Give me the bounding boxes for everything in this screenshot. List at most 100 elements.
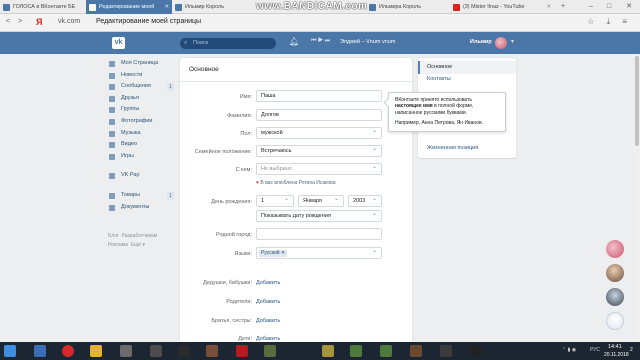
menu-label: Документы [121, 203, 150, 210]
minimize-icon[interactable]: – [584, 0, 598, 14]
footer-link-more[interactable]: Ещё [131, 242, 141, 248]
language-tag[interactable]: Русский ✕ [259, 250, 288, 257]
add-siblings-link[interactable]: Добавить [256, 318, 280, 324]
footer-link-developers[interactable]: Разработчикам [122, 233, 158, 239]
windows-start-icon[interactable] [4, 345, 16, 357]
menu-item-documents[interactable]: Документы [108, 202, 174, 214]
taskbar-app-icon[interactable] [440, 345, 452, 357]
back-icon[interactable]: < [6, 18, 10, 25]
taskbar-app-icon[interactable] [34, 345, 46, 357]
forward-icon[interactable]: > [18, 18, 22, 25]
clock-time[interactable]: 14:41 [608, 344, 622, 350]
chat-avatar[interactable] [606, 240, 624, 258]
yandex-browser-icon[interactable] [236, 345, 248, 357]
menu-label: VK Pay [121, 172, 140, 179]
browser-toolbar-icons[interactable]: ☆ ⤓ ≡ [587, 17, 632, 27]
menu-item-friends[interactable]: Друзья [108, 93, 174, 105]
notifications-count[interactable]: 2 [630, 347, 633, 353]
menu-item-news[interactable]: Новости [108, 70, 174, 82]
vk-logo[interactable]: vk [112, 37, 125, 49]
hometown-field[interactable] [256, 228, 382, 240]
close-tab-icon[interactable]: ✕ [164, 0, 169, 14]
clock-date[interactable]: 20.11.2018 [604, 352, 629, 358]
browser-tab[interactable]: Ильмир Король [172, 0, 256, 14]
close-window-icon[interactable]: ✕ [622, 0, 636, 14]
search-icon: ⌕ [184, 40, 188, 46]
browser-tab-active[interactable]: Редактирование моей ✕ [86, 0, 172, 14]
taskbar-app-icon[interactable] [206, 345, 218, 357]
player-controls[interactable]: ⏮▶⏭ [311, 38, 332, 45]
taskbar-app-icon[interactable] [90, 345, 102, 357]
footer-link-ads[interactable]: Реклама [108, 242, 128, 248]
chevron-down-icon[interactable]: ▼ [510, 39, 515, 45]
last-name-field[interactable]: Долгов [256, 109, 382, 121]
taskbar-app-icon[interactable] [150, 345, 162, 357]
menu-label: Игры [121, 152, 134, 159]
browser-tab[interactable]: ГОЛОСА в ВКонтакте БЕ [0, 0, 86, 14]
gender-select[interactable]: мужской [256, 126, 382, 139]
user-name[interactable]: Ильмир [470, 39, 492, 45]
birth-month-select[interactable]: Января [298, 194, 344, 207]
minecraft-icon[interactable] [350, 345, 362, 357]
maximize-icon[interactable]: □ [602, 0, 616, 14]
browser-tab[interactable]: (3) Mister Ilnaz - YouTube ✕ [450, 0, 554, 14]
add-grandparents-link[interactable]: Добавить [256, 280, 280, 286]
recording-app-icon[interactable] [470, 345, 482, 357]
recording-watermark: www.BANDICAM.com [256, 1, 368, 12]
input-language[interactable]: РУС [590, 347, 600, 353]
taskbar-app-icon[interactable] [120, 345, 132, 357]
taskbar-app-icon[interactable] [410, 345, 422, 357]
first-name-field[interactable]: Паша [256, 90, 382, 102]
languages-field[interactable]: Русский ✕ [256, 246, 382, 259]
marital-status-select[interactable]: Встречаюсь [256, 144, 382, 157]
goods-badge: 1 [167, 191, 174, 200]
menu-item-goods[interactable]: Товары 1 [108, 190, 174, 202]
yandex-logo[interactable]: Я [36, 17, 42, 27]
add-parents-link[interactable]: Добавить [256, 299, 280, 305]
address-url[interactable]: vk.com [58, 18, 80, 25]
menu-item-my-page[interactable]: Моя Страница [108, 58, 174, 70]
section-tab-contacts[interactable]: Контакты [418, 73, 516, 86]
marital-status-label: Семейное положение: [194, 149, 252, 155]
menu-item-games[interactable]: Игры [108, 151, 174, 163]
avatar[interactable] [495, 37, 507, 49]
epic-games-icon[interactable] [178, 345, 190, 357]
minecraft-icon[interactable] [380, 345, 392, 357]
youtube-favicon-icon [453, 4, 460, 11]
partner-select[interactable]: Не выбрано [256, 162, 382, 175]
tooltip-example: Например, Анна Петрова, Ян Иванов. [395, 119, 484, 126]
browser-tab[interactable]: Ильмира Король [366, 0, 450, 14]
menu-item-video[interactable]: Видео [108, 139, 174, 151]
menu-item-photos[interactable]: Фотографии [108, 116, 174, 128]
birth-day-select[interactable]: 1 [256, 194, 294, 207]
taskbar-app-icon[interactable] [264, 345, 276, 357]
now-playing-track[interactable]: Элджей – Vnum vnum [340, 39, 395, 45]
scrollbar-thumb[interactable] [635, 56, 639, 146]
tray-icons[interactable]: ⌃ ▮ ◉ [562, 347, 576, 353]
menu-item-vk-pay[interactable]: VK Pay [108, 170, 174, 182]
opera-icon[interactable] [62, 345, 74, 357]
menu-item-messages[interactable]: Сообщения 1 [108, 81, 174, 93]
chat-avatar[interactable] [606, 312, 624, 330]
taskbar-app-icon[interactable] [322, 345, 334, 357]
menu-item-music[interactable]: Музыка [108, 128, 174, 140]
notifications-bell-icon[interactable]: 🔔︎ [289, 37, 299, 46]
page-scrollbar[interactable] [634, 54, 640, 342]
footer-link-blog[interactable]: Блог [108, 233, 119, 239]
birth-year-select[interactable]: 2003 [348, 194, 382, 207]
search-placeholder: Поиск [193, 40, 209, 46]
tooltip-text: в полной форме, [432, 103, 474, 110]
section-tab-life-position[interactable]: Жизненная позиция [418, 142, 516, 155]
close-tab-icon[interactable]: ✕ [546, 0, 551, 14]
chat-avatar[interactable] [606, 264, 624, 282]
partner-hint[interactable]: ♥ В вас влюблена Регина Исакова [256, 180, 336, 186]
user-icon [109, 61, 115, 67]
new-tab-icon[interactable]: + [556, 0, 570, 14]
chat-avatar[interactable] [606, 288, 624, 306]
address-bar: < > Я vk.com Редактирование моей страниц… [0, 14, 640, 32]
search-input[interactable]: ⌕ Поиск [180, 38, 276, 49]
first-name-label: Имя: [239, 94, 252, 100]
grandparents-label: Дедушки, бабушки: [203, 280, 252, 286]
birthday-visibility-select[interactable]: Показывать дату рождения [256, 209, 382, 222]
menu-item-groups[interactable]: Группы [108, 104, 174, 116]
